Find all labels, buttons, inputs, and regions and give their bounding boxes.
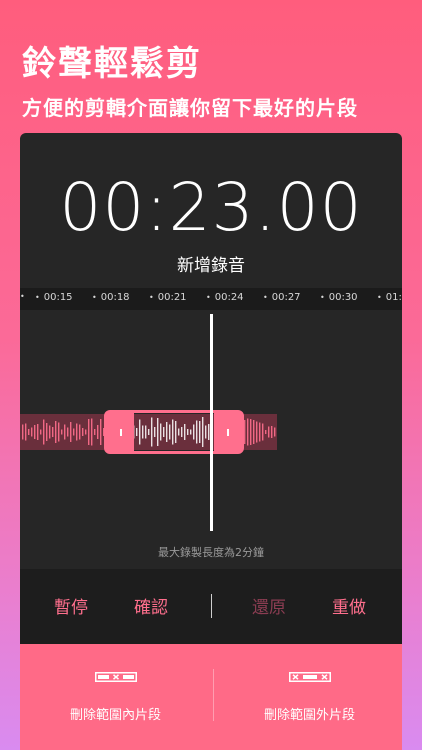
ruler-tick: 00:30: [320, 292, 358, 303]
waveform-bar: [28, 429, 30, 435]
waveform-bar: [73, 428, 75, 436]
waveform-bar: [244, 420, 246, 444]
ruler-tick: 01:: [377, 292, 402, 303]
confirm-button[interactable]: 確認: [134, 593, 168, 618]
waveform-bar: [76, 423, 78, 441]
waveform-bar: [67, 427, 69, 437]
waveform-bar: [61, 429, 63, 435]
delete-outside-label: 刪除範圍外片段: [263, 708, 355, 723]
ruler-tick: 00:18: [92, 292, 130, 303]
waveform-bar: [265, 430, 267, 434]
control-bar: 暫停 確認 還原 重做: [20, 569, 402, 644]
delete-inside-button[interactable]: 刪除範圍內片段: [20, 644, 211, 750]
trim-start-handle[interactable]: [107, 413, 134, 451]
pause-button[interactable]: 暫停: [54, 593, 88, 618]
waveform-bar: [94, 429, 96, 435]
recording-name[interactable]: 新增錄音: [20, 251, 402, 276]
waveform-bar: [256, 421, 258, 443]
trim-outside-icon: [288, 672, 331, 682]
trim-end-handle[interactable]: [214, 413, 241, 451]
trim-selection[interactable]: [104, 410, 244, 454]
waveform-bar: [31, 427, 33, 437]
action-bar: 刪除範圍內片段 刪除範圍外片段: [20, 644, 402, 750]
waveform-bar: [34, 425, 36, 439]
waveform-bar: [268, 426, 270, 438]
waveform-bar: [247, 418, 249, 446]
waveform-bar: [37, 424, 39, 440]
ruler-tick: 00:24: [206, 292, 244, 303]
waveform-bar: [250, 419, 252, 445]
waveform-bar: [43, 419, 45, 445]
waveform-bar: [58, 422, 60, 442]
trim-inside-icon: [94, 672, 137, 682]
waveform-bar: [79, 424, 81, 440]
editor-panel: 00:23.00 新增錄音 • 00:15 00:18 00:21 00:24 …: [20, 133, 402, 750]
timer-display: 00:23.00: [59, 169, 363, 246]
waveform-bar: [25, 423, 27, 441]
waveform-bar: [70, 422, 72, 442]
waveform-bar: [274, 427, 276, 437]
waveform-bar: [46, 423, 48, 441]
waveform-bar: [64, 424, 66, 440]
playhead[interactable]: [210, 314, 213, 531]
waveform-bar: [91, 418, 93, 446]
waveform-bar: [88, 419, 90, 445]
promo-subtitle: 方便的剪輯介面讓你留下最好的片段: [22, 96, 358, 120]
waveform-bar: [22, 424, 24, 440]
waveform-bar: [52, 427, 54, 437]
waveform-bar: [253, 420, 255, 444]
promo-title: 鈴聲輕鬆剪: [22, 44, 202, 84]
ruler-tick: 00:27: [263, 292, 301, 303]
ruler-tick: 00:15: [35, 292, 73, 303]
waveform-bar: [262, 423, 264, 441]
time-ruler[interactable]: • 00:15 00:18 00:21 00:24 00:27 00:30 01…: [20, 288, 402, 310]
ruler-dot: •: [20, 292, 25, 301]
delete-outside-button[interactable]: 刪除範圍外片段: [214, 644, 402, 750]
restore-button[interactable]: 還原: [252, 593, 286, 618]
waveform-bar: [97, 425, 99, 439]
ruler-tick: 00:21: [149, 292, 187, 303]
waveform-bar: [55, 421, 57, 443]
redo-button[interactable]: 重做: [332, 593, 366, 618]
waveform-bar: [100, 419, 102, 445]
waveform-bar: [85, 429, 87, 435]
delete-inside-label: 刪除範圍內片段: [69, 708, 161, 723]
waveform-bar: [82, 428, 84, 436]
waveform-bar: [49, 425, 51, 439]
waveform-bar: [40, 429, 42, 435]
waveform-bar: [271, 426, 273, 438]
control-divider: [211, 594, 212, 618]
max-length-note: 最大錄製長度為2分鐘: [158, 546, 264, 559]
waveform-bar: [259, 422, 261, 442]
